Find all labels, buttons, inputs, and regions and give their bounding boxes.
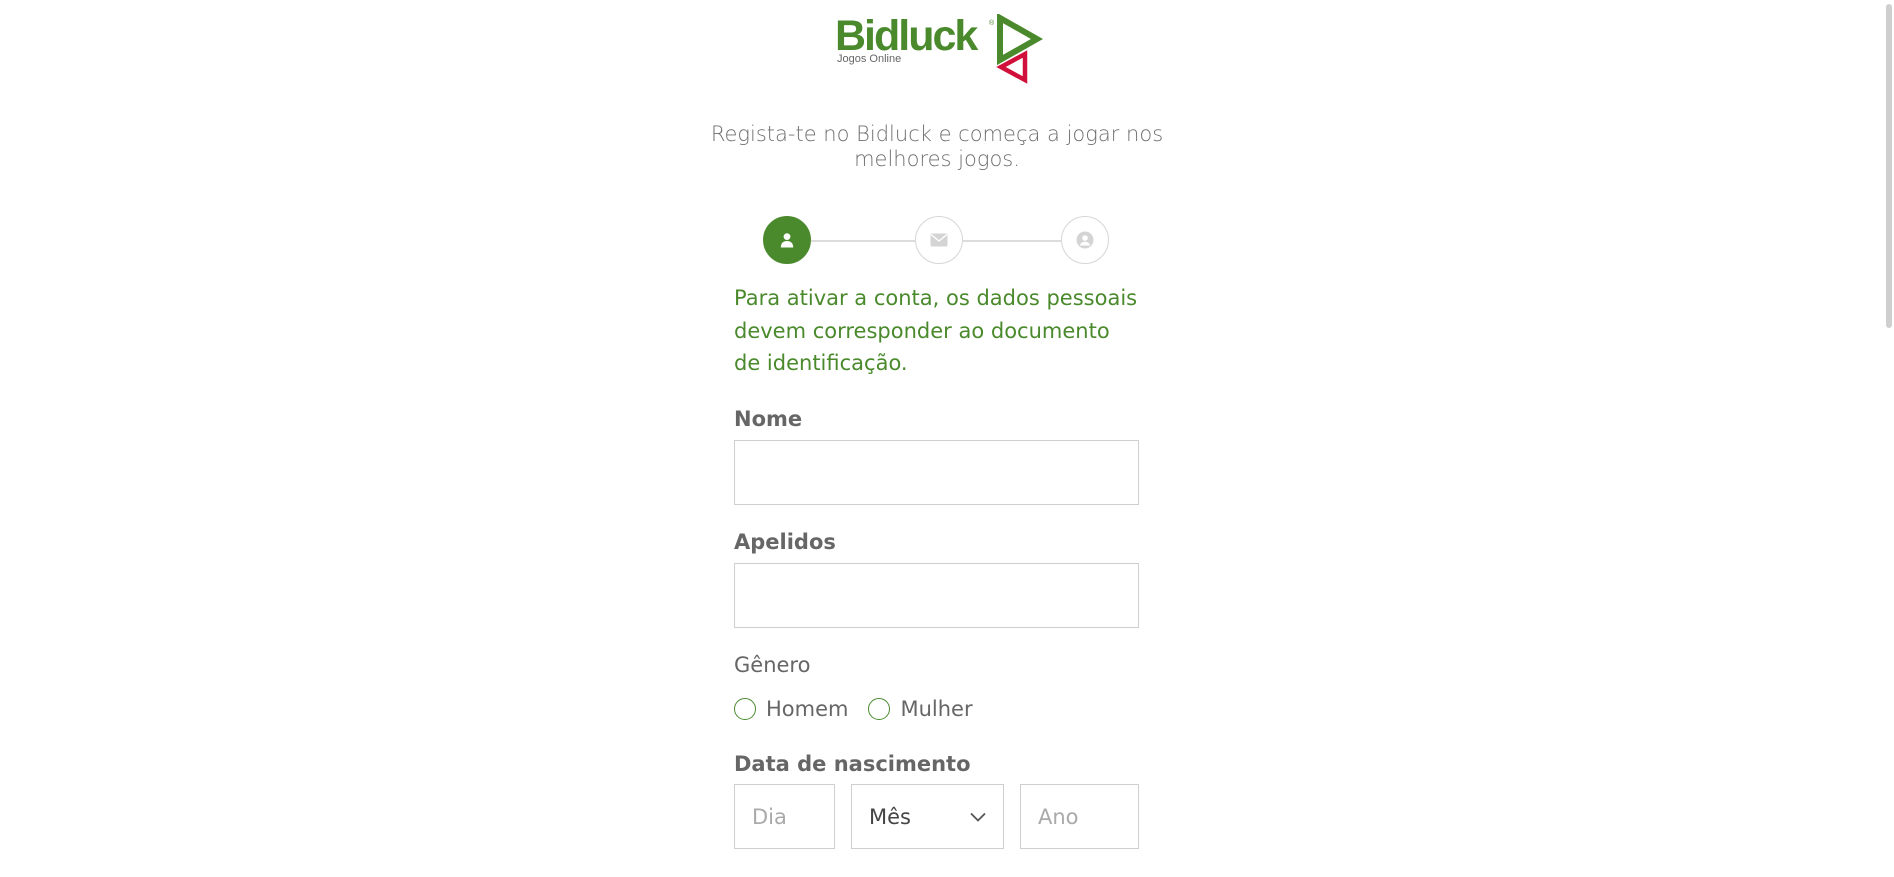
radio-button[interactable] <box>734 698 756 720</box>
gender-option-female[interactable]: Mulher <box>868 697 973 721</box>
envelope-icon <box>930 233 948 247</box>
gender-option-male[interactable]: Homem <box>734 697 848 721</box>
step-connector <box>963 240 1061 242</box>
birth-year-input[interactable]: Ano <box>1020 784 1139 849</box>
birth-year-placeholder: Ano <box>1038 804 1079 829</box>
birth-date-label: Data de nascimento <box>734 752 971 776</box>
last-name-input[interactable] <box>734 563 1139 628</box>
gender-option-label: Mulher <box>900 697 973 721</box>
birth-day-input[interactable]: Dia <box>734 784 835 849</box>
gender-radio-group: Homem Mulher <box>734 697 993 721</box>
first-name-input[interactable] <box>734 440 1139 505</box>
chevron-down-icon <box>970 812 986 822</box>
identity-notice: Para ativar a conta, os dados pessoais d… <box>734 286 1138 375</box>
page-scrollbar[interactable] <box>1882 0 1894 877</box>
first-name-label: Nome <box>734 407 803 431</box>
last-name-label: Apelidos <box>734 530 836 554</box>
gender-label: Gênero <box>734 653 811 677</box>
step-personal-data <box>763 216 811 264</box>
registration-form: Para ativar a conta, os dados pessoais d… <box>734 282 1140 849</box>
registration-steps <box>763 216 1113 266</box>
step-contact <box>915 216 963 264</box>
logo-wordmark: Bidluck <box>835 12 978 60</box>
gender-option-label: Homem <box>766 697 849 721</box>
birth-month-select[interactable]: Mês <box>851 784 1004 849</box>
registration-page: Bidluck ® Jogos Online Regista-te no Bid… <box>0 0 1894 877</box>
logo-registered-mark: ® <box>989 20 995 27</box>
birth-month-value: Mês <box>869 804 911 829</box>
logo-tagline: Jogos Online <box>837 53 902 65</box>
user-circle-icon <box>1076 231 1094 249</box>
page-subtitle: Regista-te no Bidluck e começa a jogar n… <box>710 122 1164 171</box>
user-icon <box>780 233 794 248</box>
bidluck-logo[interactable]: Bidluck ® Jogos Online <box>835 14 1045 84</box>
radio-button[interactable] <box>868 698 891 720</box>
logo-play-triangles-icon <box>996 14 1043 84</box>
step-connector <box>811 240 915 242</box>
step-account <box>1061 216 1109 264</box>
scrollbar-thumb[interactable] <box>1886 4 1892 328</box>
birth-day-placeholder: Dia <box>752 804 787 829</box>
